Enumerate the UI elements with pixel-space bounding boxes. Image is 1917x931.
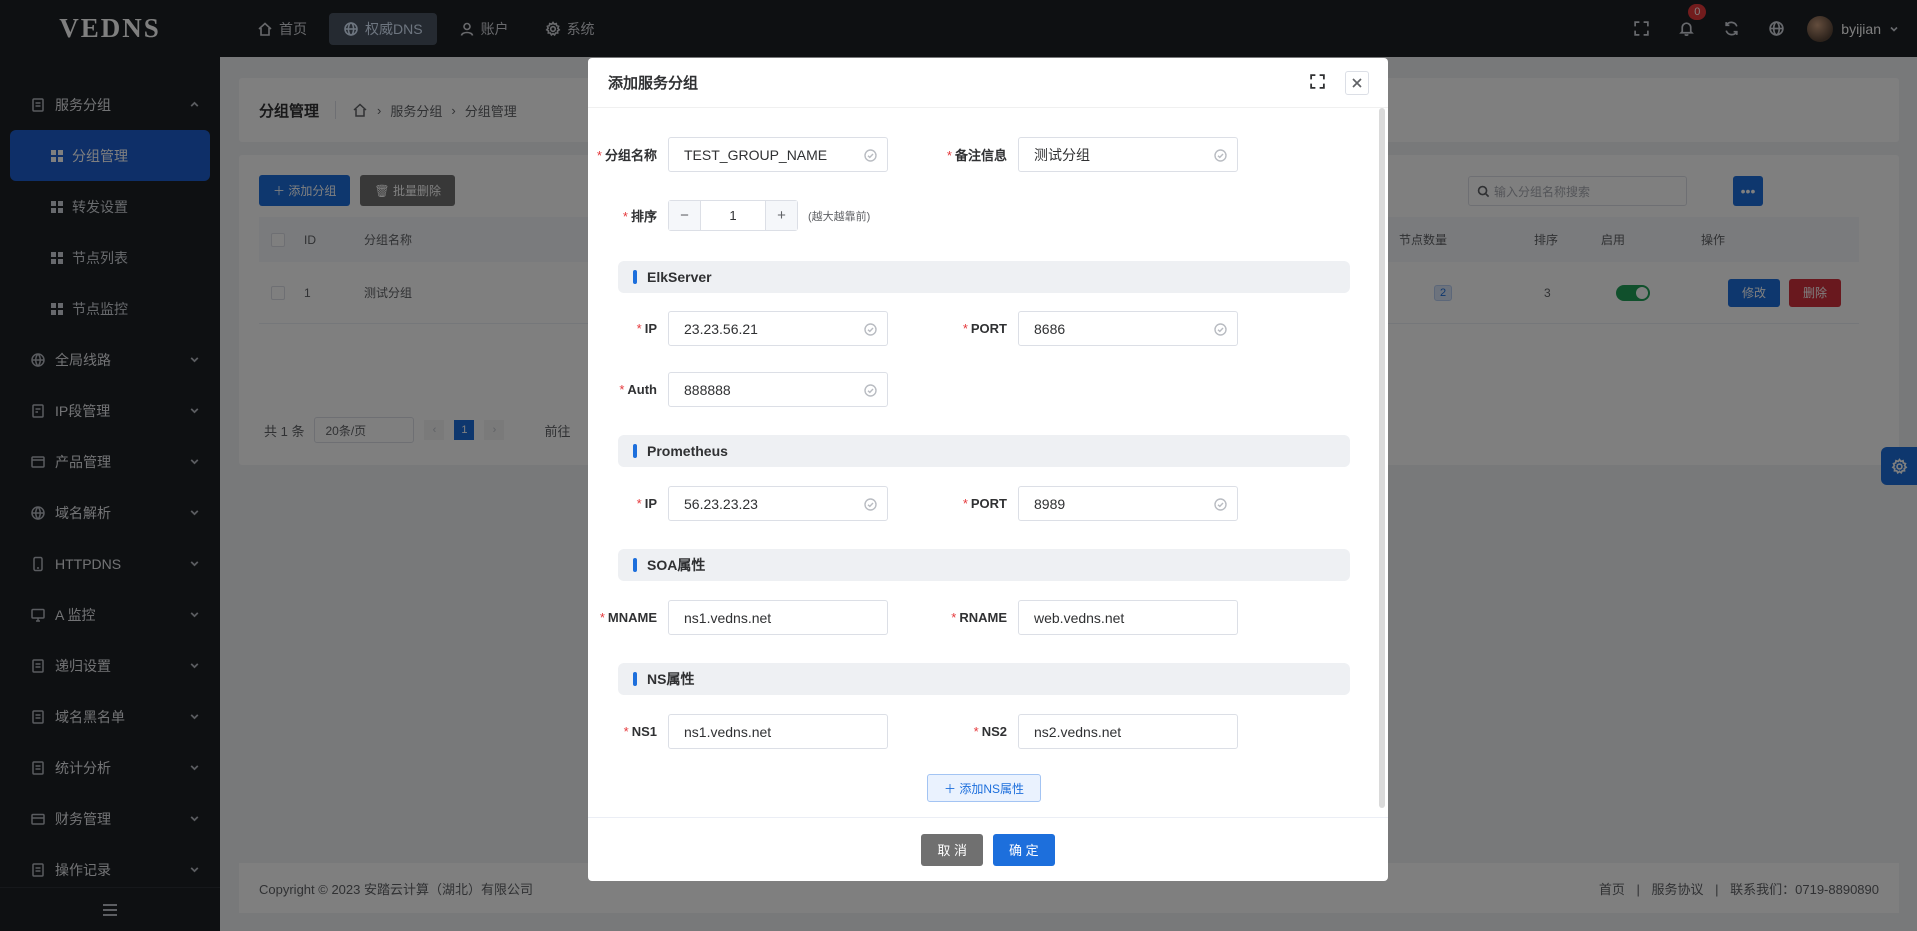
order-hint: (越大越靠前) [808,210,871,223]
elk-port-row: * PORT 8686 [938,311,1238,346]
dialog-body: * 分组名称 TEST_GROUP_NAME * 备注信息 测试分组 * 排序 − 1… [588,108,1388,813]
add-ns-button[interactable]: ＋ 添加NS属性 [927,774,1041,802]
confirm-button[interactable]: 确 定 [993,833,1055,866]
ns1-row: * NS1 ns1.vedns.net [588,714,888,749]
check-circle-icon [1214,149,1227,162]
dialog-scrollbar[interactable] [1379,108,1385,808]
dialog-title: 添加服务分组 [608,75,699,92]
ns2-input[interactable]: ns2.vedns.net [1018,714,1238,749]
elk-auth-input[interactable]: 888888 [668,372,888,407]
dialog-footer: 取 消 确 定 [588,817,1388,881]
ns2-row: * NS2 ns2.vedns.net [938,714,1238,749]
close-icon [1352,78,1362,88]
section-ns: NS属性 [618,663,1350,695]
prom-ip-input[interactable]: 56.23.23.23 [668,486,888,521]
increment-button[interactable]: + [766,201,797,230]
fullscreen-icon [1310,74,1325,89]
elk-ip-row: * IP 23.23.56.21 [588,311,888,346]
prom-ip-row: * IP 56.23.23.23 [588,486,888,521]
check-circle-icon [1214,498,1227,511]
dialog-header: 添加服务分组 [588,58,1388,108]
decrement-button[interactable]: − [669,201,700,230]
elk-ip-input[interactable]: 23.23.56.21 [668,311,888,346]
group-name-label: 分组名称 [604,148,657,163]
section-elkserver: ElkServer [618,261,1350,293]
prom-port-row: * PORT 8989 [938,486,1238,521]
check-circle-icon [1214,323,1227,336]
remark-row: * 备注信息 测试分组 [938,137,1238,172]
elk-auth-row: * Auth 888888 [588,372,888,407]
remark-label: 备注信息 [954,148,1007,163]
order-row: * 排序 − 1 + (越大越靠前) [588,200,870,231]
section-soa: SOA属性 [618,549,1350,581]
check-circle-icon [864,149,877,162]
soa-rname-row: * RNAME web.vedns.net [938,600,1238,635]
soa-rname-input[interactable]: web.vedns.net [1018,600,1238,635]
maximize-button[interactable] [1309,73,1326,90]
elk-port-input[interactable]: 8686 [1018,311,1238,346]
order-value[interactable]: 1 [700,201,766,230]
remark-input[interactable]: 测试分组 [1018,137,1238,172]
check-circle-icon [864,384,877,397]
group-name-row: * 分组名称 TEST_GROUP_NAME [588,137,888,172]
order-label: 排序 [630,209,657,224]
ns1-input[interactable]: ns1.vedns.net [668,714,888,749]
add-service-group-dialog: 添加服务分组 * 分组名称 TEST_GROUP_NAME * 备注信息 测试分组 [588,58,1388,881]
group-name-input[interactable]: TEST_GROUP_NAME [668,137,888,172]
soa-mname-input[interactable]: ns1.vedns.net [668,600,888,635]
cancel-button[interactable]: 取 消 [921,833,983,866]
order-stepper[interactable]: − 1 + [668,200,798,231]
check-circle-icon [864,498,877,511]
check-circle-icon [864,323,877,336]
section-prometheus: Prometheus [618,435,1350,467]
prom-port-input[interactable]: 8989 [1018,486,1238,521]
close-button[interactable] [1345,71,1369,95]
soa-mname-row: * MNAME ns1.vedns.net [588,600,888,635]
